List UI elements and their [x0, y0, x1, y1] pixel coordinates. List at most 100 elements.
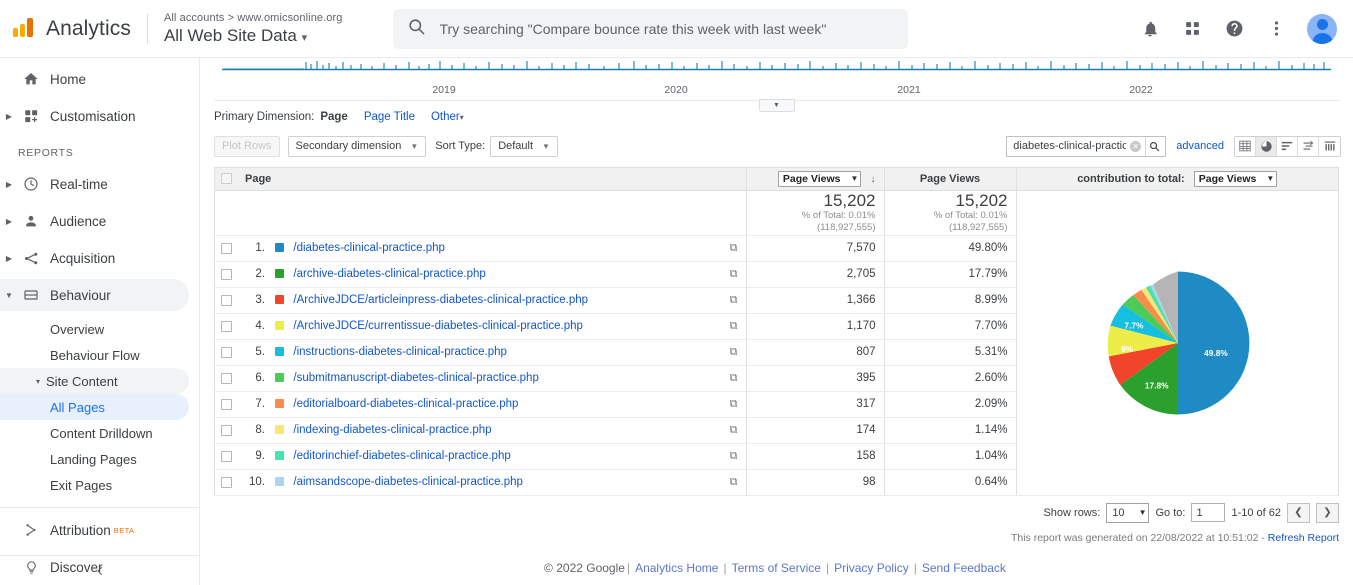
series-color-swatch [275, 399, 285, 409]
sidebar-item-realtime[interactable]: ▶ Real-time [0, 168, 189, 200]
comparison-view-icon[interactable] [1298, 136, 1319, 156]
chevron-down-icon[interactable]: ▾ [302, 32, 308, 44]
page-link[interactable]: /instructions-diabetes-clinical-practice… [293, 346, 507, 358]
pivot-view-icon[interactable] [1319, 136, 1340, 156]
search-icon[interactable] [1145, 136, 1162, 156]
page-link[interactable]: /editorinchief-diabetes-clinical-practic… [293, 450, 510, 462]
refresh-report-link[interactable]: Refresh Report [1268, 532, 1339, 544]
row-checkbox[interactable] [220, 424, 232, 436]
sidebar-item-overview[interactable]: Overview [0, 316, 189, 342]
row-checkbox[interactable] [220, 476, 232, 488]
show-rows-select[interactable]: 10 ▼ [1106, 502, 1150, 523]
expand-arrow-icon[interactable]: ▶ [0, 217, 18, 226]
sidebar-item-audience[interactable]: ▶ Audience [0, 205, 189, 237]
sidebar-item-all-pages[interactable]: All Pages [0, 394, 189, 420]
table-search[interactable]: ✕ [1006, 135, 1167, 157]
open-in-new-icon[interactable]: ⧉ [730, 294, 738, 307]
row-checkbox[interactable] [220, 320, 232, 332]
bell-icon[interactable] [1139, 18, 1161, 40]
page-link[interactable]: /ArchiveJDCE/currentissue-diabetes-clini… [293, 320, 583, 332]
primary-dimension-other[interactable]: Other▾ [431, 111, 464, 123]
sidebar-item-customisation[interactable]: ▶ Customisation [0, 100, 189, 132]
pie-slice-1[interactable] [1177, 271, 1249, 415]
open-in-new-icon[interactable]: ⧉ [730, 476, 738, 489]
page-link[interactable]: /submitmanuscript-diabetes-clinical-prac… [293, 372, 538, 384]
person-icon [18, 213, 44, 229]
timeline-drag-handle[interactable]: ▼ [758, 99, 795, 112]
page-link[interactable]: /aimsandscope-diabetes-clinical-practice… [293, 476, 522, 488]
column-header-label: Page Views [919, 172, 981, 185]
row-checkbox[interactable] [220, 294, 232, 306]
page-link[interactable]: /indexing-diabetes-clinical-practice.php [293, 424, 491, 436]
open-in-new-icon[interactable]: ⧉ [730, 320, 738, 333]
apps-grid-icon[interactable] [1181, 18, 1203, 40]
row-pct-cell: 1.04% [883, 443, 1016, 470]
row-checkbox[interactable] [220, 268, 232, 280]
open-in-new-icon[interactable]: ⧉ [730, 268, 738, 281]
sidebar-item-site-content[interactable]: ▾ Site Content [0, 368, 189, 394]
table-view-icon[interactable] [1235, 136, 1256, 156]
sidebar-item-exit-pages[interactable]: Exit Pages [0, 472, 189, 498]
footer-link-terms-of-service[interactable]: Terms of Service [732, 561, 821, 575]
footer-link-send-feedback[interactable]: Send Feedback [922, 561, 1006, 575]
top-bar: Analytics All accounts > www.omicsonline… [0, 0, 1353, 58]
row-checkbox[interactable] [220, 450, 232, 462]
open-in-new-icon[interactable]: ⧉ [730, 450, 738, 463]
expand-arrow-icon[interactable]: ▶ [0, 112, 18, 121]
help-icon[interactable] [1223, 18, 1245, 40]
open-in-new-icon[interactable]: ⧉ [730, 242, 738, 255]
open-in-new-icon[interactable]: ⧉ [730, 424, 738, 437]
row-checkbox[interactable] [220, 372, 232, 384]
more-vertical-icon[interactable] [1265, 18, 1287, 40]
sidebar-item-behaviour-flow[interactable]: Behaviour Flow [0, 342, 189, 368]
metric-select[interactable]: Page Views ▼ [777, 170, 862, 187]
secondary-dimension-button[interactable]: Secondary dimension ▼ [287, 135, 427, 157]
sidebar-collapse-button[interactable] [0, 555, 200, 585]
search-input[interactable] [439, 20, 894, 37]
open-in-new-icon[interactable]: ⧉ [730, 346, 738, 359]
primary-dimension-current[interactable]: Page [320, 111, 348, 123]
previous-page-button[interactable]: ❮ [1287, 502, 1310, 523]
column-header-page[interactable]: Page [237, 168, 746, 191]
sidebar-item-acquisition[interactable]: ▶ Acquisition [0, 242, 189, 274]
table-search-input[interactable] [1013, 140, 1127, 152]
primary-dimension-page-title[interactable]: Page Title [364, 111, 415, 123]
row-select-cell [215, 313, 237, 340]
sidebar-item-home[interactable]: Home [0, 63, 189, 95]
sort-type-button[interactable]: Default ▼ [490, 135, 558, 157]
footer-link-privacy-policy[interactable]: Privacy Policy [834, 561, 909, 575]
page-link[interactable]: /ArchiveJDCE/articleinpress-diabetes-cli… [293, 294, 588, 306]
page-link[interactable]: /editorialboard-diabetes-clinical-practi… [293, 398, 518, 410]
pie-chart-view-icon[interactable] [1256, 136, 1277, 156]
footer-link-analytics-home[interactable]: Analytics Home [635, 561, 718, 575]
sort-descending-icon[interactable]: ↓ [871, 174, 876, 185]
column-header-pageviews[interactable]: Page Views [883, 168, 1016, 191]
avatar[interactable] [1307, 13, 1337, 44]
advanced-filter-link[interactable]: advanced [1176, 140, 1224, 152]
next-page-button[interactable]: ❯ [1316, 502, 1339, 523]
collapse-arrow-icon[interactable]: ▾ [36, 377, 40, 386]
contribution-metric-select[interactable]: Page Views ▼ [1193, 170, 1278, 187]
open-in-new-icon[interactable]: ⧉ [730, 398, 738, 411]
row-checkbox[interactable] [220, 242, 232, 254]
collapse-arrow-icon[interactable]: ▼ [0, 291, 18, 300]
row-checkbox[interactable] [220, 398, 232, 410]
page-link[interactable]: /diabetes-clinical-practice.php [293, 242, 445, 254]
row-checkbox[interactable] [220, 346, 232, 358]
page-link[interactable]: /archive-diabetes-clinical-practice.php [293, 268, 485, 280]
clear-x-icon[interactable]: ✕ [1130, 140, 1142, 152]
select-all-checkbox[interactable] [220, 173, 232, 185]
sidebar-item-landing-pages[interactable]: Landing Pages [0, 446, 189, 472]
sidebar-item-behaviour[interactable]: ▼ Behaviour [0, 279, 189, 311]
sidebar-item-attribution[interactable]: Attribution BETA [0, 514, 189, 546]
open-in-new-icon[interactable]: ⧉ [730, 372, 738, 385]
plot-rows-button[interactable]: Plot Rows [214, 135, 280, 157]
expand-arrow-icon[interactable]: ▶ [0, 180, 18, 189]
global-search[interactable] [392, 8, 908, 49]
goto-page-input[interactable] [1191, 503, 1226, 523]
account-selector[interactable]: All accounts > www.omicsonline.org All W… [164, 12, 343, 46]
sidebar-item-content-drilldown[interactable]: Content Drilldown [0, 420, 189, 446]
expand-arrow-icon[interactable]: ▶ [0, 254, 18, 263]
performance-view-icon[interactable] [1277, 136, 1298, 156]
date-timeline[interactable]: 2019 2020 2021 2022 ▼ [200, 58, 1353, 112]
